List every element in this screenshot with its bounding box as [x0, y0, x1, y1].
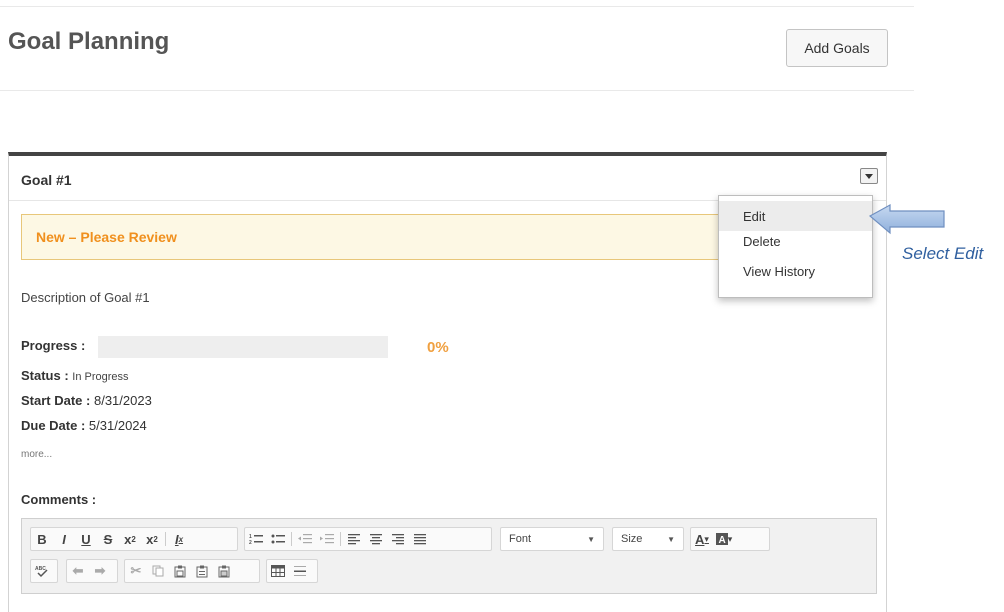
separator: [165, 532, 166, 546]
size-combo-label: Size: [621, 533, 643, 545]
align-right-icon[interactable]: [387, 528, 409, 550]
goal-title: Goal #1: [21, 172, 72, 188]
strikethrough-icon[interactable]: S: [97, 528, 119, 550]
bulleted-list-icon[interactable]: [267, 528, 289, 550]
horizontal-line-icon[interactable]: [289, 560, 311, 582]
start-date-label: Start Date :: [21, 393, 91, 408]
goal-actions-dropdown[interactable]: [860, 168, 878, 184]
start-date-value: 8/31/2023: [93, 393, 152, 408]
page-title: Goal Planning: [8, 28, 170, 55]
paragraph-group: 12: [244, 527, 492, 551]
paste-word-icon[interactable]: [213, 560, 235, 582]
cut-icon[interactable]: ✂: [125, 560, 147, 582]
chevron-down-icon: ▼: [667, 534, 675, 544]
status-banner-text: New – Please Review: [36, 229, 177, 245]
goal-description: Description of Goal #1: [21, 290, 150, 305]
spellcheck-group: ABC: [30, 559, 58, 583]
subscript-icon[interactable]: x2: [119, 528, 141, 550]
callout-instruction: Select Edit: [902, 244, 984, 263]
history-group: ⬅ ➡: [66, 559, 118, 583]
text-color-icon[interactable]: A ▾: [691, 528, 713, 550]
numbered-list-icon[interactable]: 12: [245, 528, 267, 550]
add-goals-button[interactable]: Add Goals: [786, 29, 888, 67]
progress-bar: [98, 336, 388, 358]
status-label: Status :: [21, 368, 69, 383]
top-divider: [0, 6, 914, 7]
rich-text-toolbar: B I U S x2 x2 Ix 12 Font ▼ Size ▼ A ▾ A …: [21, 518, 877, 594]
remove-format-icon[interactable]: Ix: [168, 528, 190, 550]
svg-text:A: A: [718, 535, 725, 545]
color-group: A ▾ A ▾: [690, 527, 770, 551]
menu-item-delete[interactable]: Delete: [719, 226, 872, 256]
due-date-value: 5/31/2024: [88, 418, 147, 433]
italic-icon[interactable]: I: [53, 528, 75, 550]
background-color-icon[interactable]: A ▾: [713, 528, 735, 550]
superscript-icon[interactable]: x2: [141, 528, 163, 550]
align-left-icon[interactable]: [343, 528, 365, 550]
insert-group: [266, 559, 318, 583]
progress-label: Progress :: [21, 338, 86, 353]
caret-down-icon: [865, 173, 873, 179]
due-date-label: Due Date :: [21, 418, 86, 433]
progress-percent: 0%: [427, 339, 449, 356]
chevron-down-icon: ▼: [587, 534, 595, 544]
paste-icon[interactable]: [169, 560, 191, 582]
header-divider: [0, 90, 914, 91]
font-combo-label: Font: [509, 533, 532, 545]
underline-icon[interactable]: U: [75, 528, 97, 550]
basic-styles-group: B I U S x2 x2 Ix: [30, 527, 238, 551]
bold-icon[interactable]: B: [31, 528, 53, 550]
due-date-row: Due Date : 5/31/2024: [21, 418, 147, 433]
goal-actions-menu: Edit Delete View History: [718, 195, 873, 298]
separator: [340, 532, 341, 546]
separator: [291, 532, 292, 546]
status-row: Status : In Progress: [21, 368, 129, 383]
comments-label: Comments :: [21, 492, 97, 507]
table-icon[interactable]: [267, 560, 289, 582]
align-center-icon[interactable]: [365, 528, 387, 550]
clipboard-group: ✂: [124, 559, 260, 583]
status-value: In Progress: [72, 371, 129, 383]
justify-icon[interactable]: [409, 528, 431, 550]
font-combo[interactable]: Font ▼: [500, 527, 604, 551]
spell-check-icon[interactable]: ABC: [31, 560, 53, 582]
undo-icon[interactable]: ⬅: [67, 560, 89, 582]
start-date-row: Start Date : 8/31/2023: [21, 393, 152, 408]
increase-indent-icon[interactable]: [316, 528, 338, 550]
menu-item-view-history[interactable]: View History: [719, 256, 872, 286]
redo-icon[interactable]: ➡: [89, 560, 111, 582]
paste-text-icon[interactable]: [191, 560, 213, 582]
callout-arrow-icon: [868, 203, 945, 235]
size-combo[interactable]: Size ▼: [612, 527, 684, 551]
copy-icon[interactable]: [147, 560, 169, 582]
svg-text:ABC: ABC: [35, 566, 46, 572]
more-link[interactable]: more...: [21, 449, 52, 460]
svg-text:2: 2: [249, 540, 252, 545]
decrease-indent-icon[interactable]: [294, 528, 316, 550]
